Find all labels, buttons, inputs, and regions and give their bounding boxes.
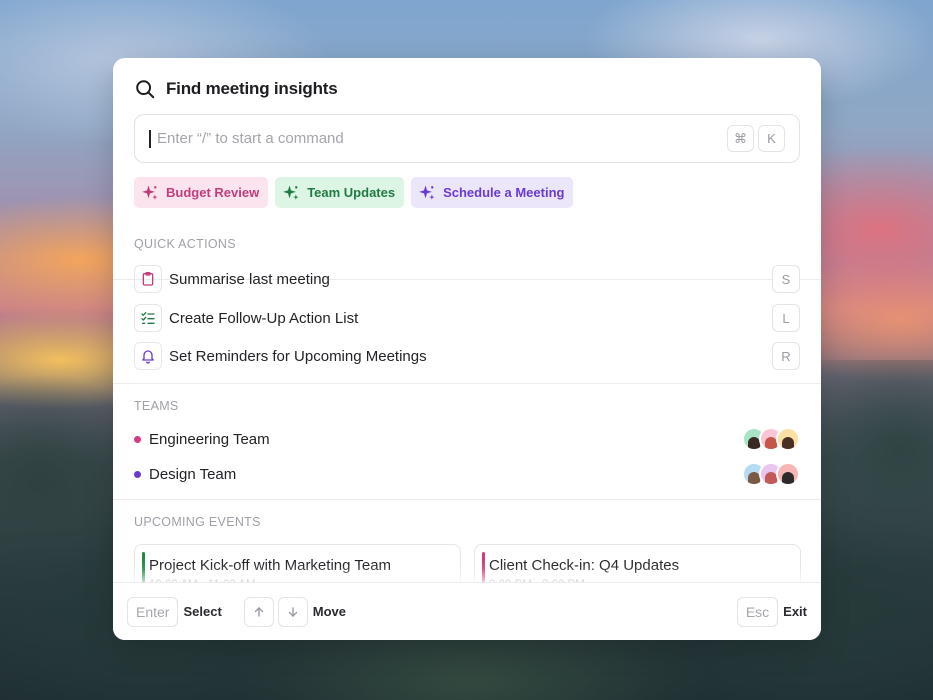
action-icon-box — [134, 304, 162, 332]
shortcut-key: R — [772, 342, 800, 370]
team-avatars — [742, 462, 800, 486]
clipboard-icon — [142, 272, 154, 286]
sparkle-icon — [419, 185, 435, 200]
action-icon-box — [134, 342, 162, 370]
suggestion-chips: Budget Review Team Updates Schedule a Me… — [134, 177, 574, 208]
team-design[interactable]: Design Team — [134, 461, 800, 487]
action-reminders[interactable]: Set Reminders for Upcoming Meetings R — [134, 342, 800, 370]
events-heading: UPCOMING EVENTS — [134, 515, 261, 529]
command-search[interactable]: ⌘ K — [134, 114, 800, 163]
action-icon-box — [134, 265, 162, 293]
sparkle-icon — [283, 185, 299, 200]
text-caret — [149, 129, 151, 148]
chip-budget-review[interactable]: Budget Review — [134, 177, 269, 208]
arrow-down-key — [277, 596, 308, 627]
quick-actions-heading: QUICK ACTIONS — [134, 237, 236, 251]
chip-label: Budget Review — [166, 185, 260, 200]
avatar — [776, 427, 800, 451]
team-label: Engineering Team — [149, 430, 270, 448]
page-title: Find meeting insights — [166, 79, 338, 98]
arrow-down-icon — [288, 606, 297, 617]
move-hint: Move — [312, 604, 347, 619]
action-label: Summarise last meeting — [169, 270, 330, 288]
bell-icon — [142, 350, 154, 364]
event-title: Project Kick-off with Marketing Team — [149, 557, 392, 574]
sparkle-icon — [142, 185, 158, 200]
shortcut-key: L — [772, 304, 800, 332]
exit-hint: Exit — [783, 604, 807, 619]
team-color-dot — [134, 470, 141, 478]
avatar — [776, 462, 800, 486]
select-hint: Select — [183, 604, 222, 619]
action-label: Set Reminders for Upcoming Meetings — [169, 347, 427, 365]
command-input[interactable] — [157, 130, 727, 147]
arrow-up-key — [243, 596, 274, 627]
chip-schedule-meeting[interactable]: Schedule a Meeting — [411, 177, 574, 208]
chip-team-updates[interactable]: Team Updates — [275, 177, 405, 208]
checklist-icon — [141, 312, 155, 324]
enter-key: Enter — [127, 596, 179, 627]
chip-label: Team Updates — [307, 185, 396, 200]
team-avatars — [742, 427, 800, 451]
search-icon — [136, 80, 155, 99]
shortcut-k-key: K — [758, 125, 785, 152]
command-palette: Find meeting insights ⌘ K Budget Review — [113, 58, 821, 640]
palette-footer: Enter Select Move Esc Exit — [113, 582, 821, 640]
divider — [113, 499, 821, 500]
shortcut-mod-key: ⌘ — [727, 125, 754, 152]
divider — [113, 383, 821, 384]
teams-heading: TEAMS — [134, 399, 179, 413]
chip-label: Schedule a Meeting — [443, 185, 565, 200]
team-label: Design Team — [149, 465, 237, 483]
title-row: Find meeting insights — [134, 78, 338, 100]
event-title: Client Check-in: Q4 Updates — [489, 557, 680, 574]
action-follow-up[interactable]: Create Follow-Up Action List L — [134, 304, 800, 332]
team-color-dot — [134, 435, 141, 443]
esc-key: Esc — [736, 596, 779, 627]
action-summarise[interactable]: Summarise last meeting S — [134, 265, 800, 293]
action-label: Create Follow-Up Action List — [169, 309, 359, 327]
shortcut-key: S — [772, 265, 800, 293]
arrow-up-icon — [254, 606, 263, 617]
team-engineering[interactable]: Engineering Team — [134, 426, 800, 452]
